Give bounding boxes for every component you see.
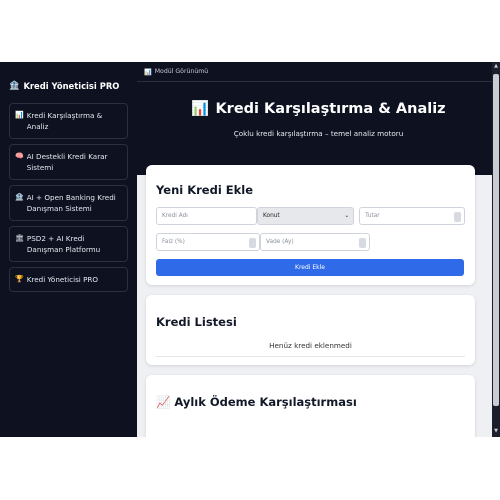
amount-input[interactable]: Tutar [359,207,465,225]
chart-icon: 📊 [191,101,210,117]
sidebar-item-label: PSD2 + AI Kredi Danışman Platformu [26,234,101,254]
loan-name-input[interactable]: Kredi Adı [156,207,258,225]
add-loan-button[interactable]: Kredi Ekle [156,259,464,276]
scroll-down-icon[interactable]: ▼ [493,428,499,436]
sidebar-item-kredi-yoneticisi-pro[interactable]: 🏆 Kredi Yöneticisi PRO [9,267,128,292]
app-window: 🏦 Kredi Yöneticisi PRO 📊 Kredi Karşılaşt… [0,62,500,437]
scroll-up-icon[interactable]: ▲ [493,63,499,71]
monthly-payment-title-text: Aylık Ödeme Karşılaştırması [174,395,357,409]
sidebar-title-label: Kredi Yöneticisi PRO [23,80,120,91]
trend-up-icon: 📈 [156,395,171,409]
interest-rate-placeholder: Faiz (%) [162,239,185,245]
sidebar-item-open-banking[interactable]: 🏦 AI + Open Banking Kredi Danışman Siste… [9,185,128,221]
page-title: 📊 Kredi Karşılaştırma & Analiz [137,82,500,118]
new-loan-title: Yeni Kredi Ekle [156,183,254,197]
brain-icon: 🧠 [15,152,24,160]
page-subtitle: Çoklu kredi karşılaştırma – temel analiz… [233,129,404,138]
loan-type-select[interactable]: Konut ⌄ [257,207,355,225]
chart-icon: 📊 [144,68,152,76]
sidebar-item-label: Kredi Yöneticisi PRO [26,275,99,284]
trophy-icon: 🏆 [15,275,24,283]
monthly-payment-title: 📈 Aylık Ödeme Karşılaştırması [156,395,465,409]
chart-icon: 📊 [15,111,24,119]
vertical-scrollbar[interactable]: ▲ ▼ [492,62,500,437]
page-title-text: Kredi Karşılaştırma & Analiz [215,100,446,117]
module-topbar: 📊 Modül Görünümü [137,62,500,82]
sidebar-item-psd2[interactable]: 🏛 PSD2 + AI Kredi Danışman Platformu [9,226,128,262]
sidebar-item-label: Kredi Karşılaştırma & Analiz [26,111,103,131]
module-view-label: Modül Görünümü [154,68,209,75]
main-content: 📊 Modül Görünümü 📊 Kredi Karşılaştırma &… [137,62,500,437]
loan-name-placeholder: Kredi Adı [162,213,188,219]
amount-placeholder: Tutar [365,213,380,219]
empty-list-message: Henüz kredi eklenmedi [156,341,465,357]
term-placeholder: Vade (Ay) [266,239,294,245]
loan-list-title: Kredi Listesi [156,315,237,329]
classical-building-icon: 🏛 [15,234,24,242]
term-input[interactable]: Vade (Ay) [260,233,370,251]
stepper-icon[interactable] [249,238,256,248]
sidebar-title: 🏦 Kredi Yöneticisi PRO [9,80,128,91]
sidebar-item-label: AI Destekli Kredi Karar Sistemi [26,152,108,172]
sidebar-item-label: AI + Open Banking Kredi Danışman Sistemi [26,193,116,213]
stepper-icon[interactable] [359,238,366,248]
bank-icon: 🏦 [9,80,20,90]
chevron-down-icon: ⌄ [344,213,350,219]
bank-icon: 🏦 [15,193,24,201]
loan-type-value: Konut [263,213,280,219]
scroll-thumb[interactable] [493,74,499,406]
interest-rate-input[interactable]: Faiz (%) [156,233,260,251]
sidebar: 🏦 Kredi Yöneticisi PRO 📊 Kredi Karşılaşt… [0,62,137,437]
hero-header: 📊 Kredi Karşılaştırma & Analiz Çoklu kre… [137,82,500,175]
stepper-icon[interactable] [453,212,461,222]
monthly-payment-card: 📈 Aylık Ödeme Karşılaştırması [146,375,475,437]
loan-list-card: Kredi Listesi Henüz kredi eklenmedi [146,295,475,365]
sidebar-item-kredi-karsilastirma[interactable]: 📊 Kredi Karşılaştırma & Analiz [9,103,128,139]
new-loan-card: Yeni Kredi Ekle Kredi Adı Konut ⌄ Tutar F… [146,165,475,285]
sidebar-item-ai-karar[interactable]: 🧠 AI Destekli Kredi Karar Sistemi [9,144,128,180]
